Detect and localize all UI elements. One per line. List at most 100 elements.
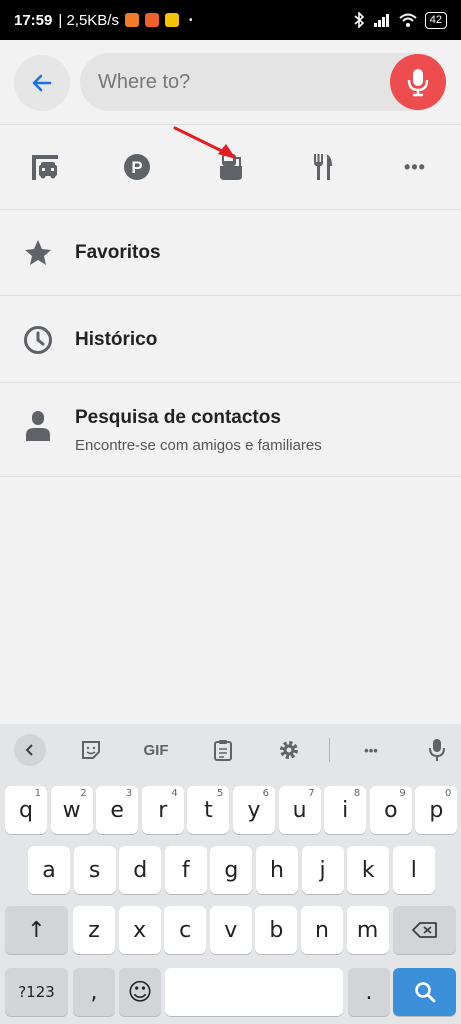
garage-icon	[32, 155, 58, 180]
search-input[interactable]	[98, 53, 378, 111]
favorites-item[interactable]: Favoritos	[0, 210, 461, 296]
annotation-arrow	[173, 126, 236, 159]
key-label: b	[269, 917, 284, 943]
key-hint: 4	[171, 788, 178, 799]
key-o[interactable]: o9	[369, 786, 412, 834]
key-label: f	[181, 857, 190, 883]
category-restaurant[interactable]	[301, 145, 345, 189]
space-key[interactable]	[165, 968, 343, 1016]
key-label: s	[88, 857, 101, 883]
key-label: h	[270, 857, 284, 883]
back-button[interactable]	[14, 55, 70, 111]
backspace-key[interactable]	[393, 906, 456, 954]
emoji-key[interactable]: ☺	[119, 968, 161, 1016]
key-e[interactable]: e3	[96, 786, 139, 834]
gif-button[interactable]: GIF	[139, 736, 173, 764]
category-garage[interactable]	[23, 145, 67, 189]
key-b[interactable]: b	[255, 906, 298, 954]
microphone-icon	[429, 739, 445, 761]
key-y[interactable]: y6	[233, 786, 275, 834]
key-w[interactable]: w2	[50, 786, 93, 834]
period-key[interactable]: .	[348, 968, 390, 1016]
key-hint: 8	[353, 788, 361, 799]
key-hint: 3	[125, 788, 133, 799]
key-label: c	[179, 917, 192, 943]
keyboard-toolbar: GIF •••	[0, 724, 461, 776]
signal-icon	[373, 14, 389, 27]
contacts-search-item[interactable]: Pesquisa de contactos Encontre-se com am…	[0, 383, 461, 477]
key-m[interactable]: m	[346, 906, 389, 954]
key-q[interactable]: q1	[5, 786, 47, 834]
key-label: d	[133, 857, 148, 883]
key-hint: 0	[445, 788, 452, 799]
key-n[interactable]: n	[301, 906, 343, 954]
key-label: g	[224, 857, 239, 883]
search-key[interactable]	[393, 968, 456, 1016]
key-hint: 6	[262, 788, 269, 799]
key-i[interactable]: i8	[324, 786, 367, 834]
status-dot: •	[188, 14, 193, 26]
key-label: o	[384, 797, 398, 823]
contacts-title: Pesquisa de contactos	[75, 407, 281, 428]
gear-icon	[280, 741, 298, 759]
settings-button[interactable]	[276, 736, 302, 764]
key-a[interactable]: a	[28, 846, 70, 894]
key-label: e	[110, 797, 124, 823]
key-label: m	[356, 917, 379, 943]
key-label: n	[315, 917, 329, 943]
history-item[interactable]: Histórico	[0, 296, 461, 383]
key-g[interactable]: g	[210, 846, 253, 894]
sticker-button[interactable]	[78, 736, 104, 764]
key-j[interactable]: j	[301, 846, 344, 894]
key-hint: 2	[80, 788, 87, 799]
keyboard-collapse-button[interactable]	[14, 734, 46, 766]
key-label: z	[88, 917, 100, 943]
voice-search-button[interactable]	[390, 54, 446, 110]
contact-person-icon	[22, 410, 54, 442]
more-options-button[interactable]: •••	[356, 736, 386, 764]
wifi-icon	[399, 13, 417, 27]
key-c[interactable]: c	[164, 906, 207, 954]
keyboard: GIF ••• q1w2e3r4t5y6u7i8o9p0 asdfghjkl ↑…	[0, 724, 461, 1024]
shift-key[interactable]: ↑	[5, 906, 68, 954]
comma-key[interactable]: ,	[73, 968, 115, 1016]
key-h[interactable]: h	[256, 846, 298, 894]
key-k[interactable]: k	[347, 846, 390, 894]
microphone-icon	[407, 69, 429, 97]
key-label: k	[361, 857, 375, 883]
key-u[interactable]: u7	[278, 786, 321, 834]
key-t[interactable]: t5	[187, 786, 230, 834]
key-r[interactable]: r4	[141, 786, 184, 834]
key-x[interactable]: x	[118, 906, 161, 954]
keyboard-voice-button[interactable]	[425, 736, 449, 764]
clipboard-button[interactable]	[211, 736, 235, 764]
chevron-left-icon	[25, 744, 33, 756]
key-label: l	[410, 857, 417, 883]
key-p[interactable]: p0	[415, 786, 458, 834]
key-l[interactable]: l	[392, 846, 435, 894]
search-field[interactable]	[80, 53, 446, 111]
key-label: r	[158, 797, 168, 823]
clock-icon	[22, 324, 54, 356]
key-s[interactable]: s	[73, 846, 116, 894]
status-time: 17:59	[14, 11, 53, 29]
key-label: x	[133, 917, 147, 943]
key-d[interactable]: d	[119, 846, 162, 894]
key-z[interactable]: z	[73, 906, 115, 954]
key-label: y	[247, 797, 261, 823]
search-icon	[414, 982, 435, 1003]
key-label: w	[62, 797, 81, 823]
key-hint: 1	[34, 788, 41, 799]
key-f[interactable]: f	[164, 846, 207, 894]
history-title: Histórico	[75, 329, 158, 350]
symbols-key[interactable]: ?123	[5, 968, 68, 1016]
parking-label: P	[131, 158, 142, 177]
key-v[interactable]: v	[209, 906, 252, 954]
contacts-subtitle: Encontre-se com amigos e familiares	[75, 437, 322, 454]
key-label: u	[292, 797, 307, 823]
category-parking[interactable]: P	[115, 145, 159, 189]
key-label: t	[204, 797, 213, 823]
category-more[interactable]: •••	[393, 145, 437, 189]
restaurant-icon	[314, 154, 332, 180]
back-arrow-icon	[32, 74, 52, 92]
